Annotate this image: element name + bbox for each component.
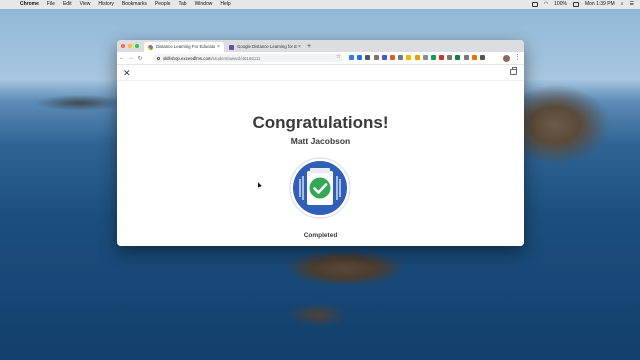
lock-icon[interactable] — [157, 56, 160, 60]
print-icon[interactable] — [510, 67, 517, 75]
battery-icon[interactable] — [572, 2, 579, 7]
extension-icon[interactable] — [439, 55, 445, 60]
recipient-name: Matt Jacobson — [290, 136, 351, 146]
extension-icon[interactable] — [471, 55, 477, 60]
url-path: /student/award/46166111 — [211, 55, 261, 61]
extension-icon[interactable] — [349, 55, 354, 60]
extension-icon[interactable] — [381, 55, 387, 60]
menu-edit[interactable]: Edit — [63, 0, 72, 9]
menu-tab[interactable]: Tab — [179, 0, 187, 9]
extension-icon[interactable] — [463, 55, 469, 60]
tab-google-distance-learning[interactable]: Google Distance Learning for Ed × — [225, 42, 305, 52]
menu-bookmarks[interactable]: Bookmarks — [122, 0, 147, 9]
window-controls — [121, 44, 142, 48]
tab-distance-learning[interactable]: Distance Learning For Educato × — [144, 42, 224, 52]
extension-icon[interactable] — [422, 55, 428, 60]
extension-icon[interactable] — [430, 55, 436, 60]
extension-icon[interactable] — [480, 55, 485, 60]
address-bar[interactable]: skillshop.exceedlms.com/student/award/46… — [153, 54, 343, 62]
new-tab-button[interactable]: + — [307, 42, 311, 52]
extension-icon[interactable] — [406, 55, 412, 60]
browser-toolbar: ← → ↻ skillshop.exceedlms.com/student/aw… — [117, 52, 524, 65]
reload-icon[interactable]: ↻ — [136, 55, 144, 62]
award-badge-icon — [289, 157, 351, 219]
profile-avatar[interactable] — [503, 54, 510, 62]
close-icon[interactable]: ✕ — [123, 68, 131, 78]
maximize-window-button[interactable] — [135, 44, 139, 48]
menubar-app-name[interactable]: Chrome — [20, 0, 39, 9]
extension-icon[interactable] — [365, 55, 371, 60]
skillshop-icon — [229, 44, 234, 50]
close-tab-icon[interactable]: × — [297, 42, 302, 52]
spotlight-icon[interactable]: ⌕ — [621, 0, 624, 9]
extension-icon[interactable] — [373, 55, 379, 60]
forward-icon[interactable]: → — [127, 55, 135, 61]
close-tab-icon[interactable]: × — [216, 42, 221, 52]
browser-window: Distance Learning For Educato × Google D… — [117, 40, 524, 246]
tab-title: Google Distance Learning for Ed — [237, 44, 297, 49]
tab-strip: Distance Learning For Educato × Google D… — [117, 40, 524, 52]
extension-icon[interactable] — [389, 55, 395, 60]
extension-icon[interactable] — [447, 55, 453, 60]
completion-status: Completed — [303, 232, 338, 239]
menubar-clock[interactable]: Mon 1:39 PM — [585, 0, 615, 9]
browser-menu-icon[interactable]: ⋮ — [514, 53, 521, 63]
award-page: ✕ Congratulations! Matt Jacobson Complet… — [117, 65, 524, 246]
divider — [117, 80, 524, 81]
extensions-bar — [349, 55, 488, 60]
macos-menubar: Chrome File Edit View History Bookmarks … — [0, 0, 640, 9]
menu-view[interactable]: View — [80, 0, 91, 9]
battery-percent[interactable]: 100% — [554, 0, 567, 9]
minimize-window-button[interactable] — [128, 44, 132, 48]
tab-title: Distance Learning For Educato — [156, 44, 216, 49]
back-icon[interactable]: ← — [118, 55, 126, 61]
control-center-icon[interactable]: ☰ — [630, 0, 634, 9]
menu-help[interactable]: Help — [220, 0, 230, 9]
google-icon — [148, 44, 153, 50]
bookmark-star-icon[interactable]: ☆ — [336, 54, 341, 60]
extension-icon[interactable] — [357, 55, 363, 60]
menu-history[interactable]: History — [98, 0, 114, 9]
extension-icon[interactable] — [414, 55, 420, 60]
close-window-button[interactable] — [121, 44, 125, 48]
page-title: Congratulations! — [252, 113, 389, 132]
url-host: skillshop.exceedlms.com — [163, 55, 212, 61]
menu-people[interactable]: People — [155, 0, 171, 9]
menu-window[interactable]: Window — [195, 0, 213, 9]
wifi-icon[interactable]: ◠ — [544, 0, 548, 9]
extension-icon[interactable] — [398, 55, 404, 60]
screen-icon[interactable] — [531, 2, 538, 7]
menu-file[interactable]: File — [47, 0, 55, 9]
extension-icon[interactable] — [455, 55, 461, 60]
